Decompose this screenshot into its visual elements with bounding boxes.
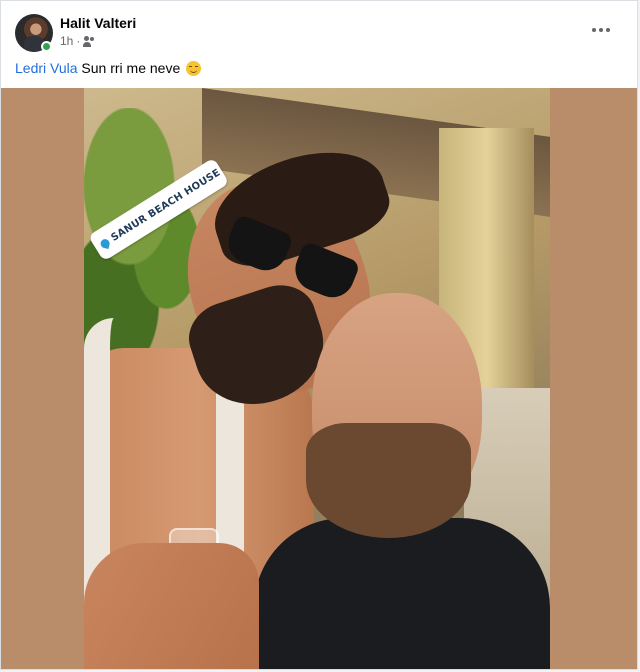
post-meta: 1h · [60, 34, 96, 48]
post-media-container[interactable]: SANUR BEACH HOUSE [1, 88, 637, 669]
post-message: Sun rri me neve [81, 60, 181, 76]
more-options-button[interactable] [586, 18, 616, 42]
meta-separator: · [76, 34, 81, 48]
post-card: Halit Valteri 1h · Ledri Vula Sun rri me… [0, 0, 638, 670]
person-right-black-shirt [254, 518, 550, 669]
online-status-icon [41, 41, 52, 52]
pointing-hand [84, 543, 259, 669]
post-header: Halit Valteri 1h · [1, 1, 637, 57]
post-text: Ledri Vula Sun rri me neve [15, 60, 202, 76]
map-pin-icon [99, 237, 111, 249]
more-options-icon [592, 28, 596, 32]
post-photo[interactable]: SANUR BEACH HOUSE [84, 88, 550, 669]
tagged-user-link[interactable]: Ledri Vula [15, 60, 78, 76]
person-right-beard [306, 423, 471, 538]
author-name[interactable]: Halit Valteri [60, 15, 136, 31]
post-timestamp[interactable]: 1h [60, 34, 73, 48]
friends-audience-icon[interactable] [83, 35, 96, 47]
smiling-face-emoji-icon [186, 61, 202, 76]
